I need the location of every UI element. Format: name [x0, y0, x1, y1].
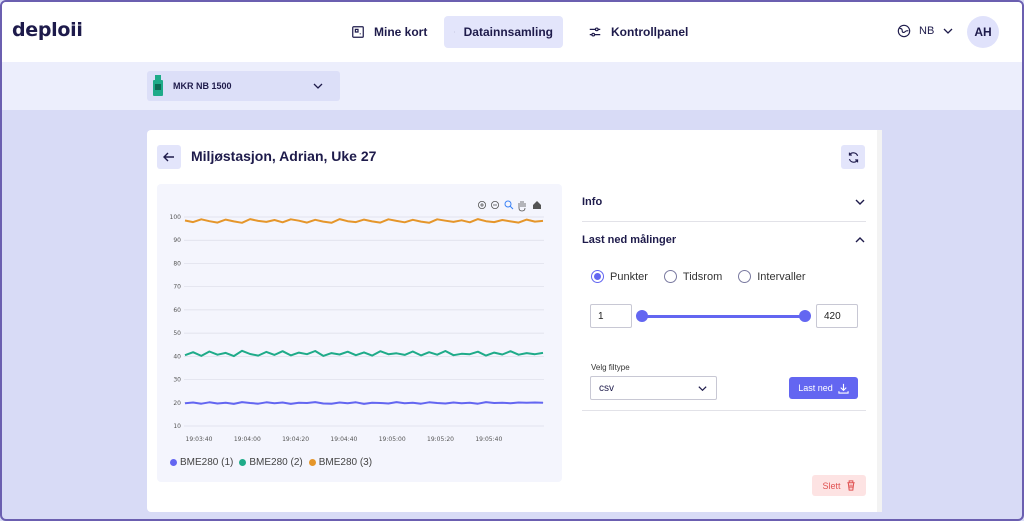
y-tick-label: 20	[173, 400, 181, 407]
y-tick-label: 30	[173, 377, 181, 384]
chart-legend: BME280 (1) BME280 (2) BME280 (3)	[170, 457, 372, 468]
logo[interactable]: deploii	[12, 19, 83, 41]
nav-datainnsamling[interactable]: Datainnsamling	[444, 16, 563, 48]
x-tick-label: 19:05:40	[475, 436, 502, 443]
info-accordion-header[interactable]: Info	[582, 196, 866, 208]
x-tick-label: 19:04:20	[282, 436, 309, 443]
y-tick-label: 100	[170, 214, 182, 221]
range-to-input[interactable]: 420	[816, 304, 858, 328]
zoom-in-icon[interactable]	[478, 201, 486, 209]
zoom-out-icon[interactable]	[491, 201, 499, 209]
delete-button[interactable]: Slett	[812, 475, 866, 496]
radio-button	[591, 270, 604, 283]
y-tick-label: 70	[173, 284, 181, 291]
legend-dot	[308, 459, 316, 466]
save-icon	[454, 31, 455, 33]
filetype-label: Velg filtype	[591, 363, 630, 372]
chevron-up-icon	[855, 237, 865, 243]
radio-button	[663, 270, 677, 283]
line-chart[interactable]: 10 20 30 40 50 60 70 80 90 100 19:03:40 19:04:00 19:…	[157, 184, 562, 454]
radio-tidsrom[interactable]: Tidsrom	[663, 270, 723, 283]
avatar[interactable]: AH	[967, 16, 999, 48]
section-label: Last ned målinger	[582, 234, 677, 246]
x-tick-label: 19:05:00	[379, 436, 406, 443]
card-scrollbar[interactable]	[877, 130, 882, 512]
zoom-select-icon[interactable]	[504, 200, 514, 210]
divider	[582, 410, 866, 411]
legend-dot	[239, 459, 247, 466]
range-from-input[interactable]: 1	[590, 304, 632, 328]
sliders-icon	[589, 27, 601, 37]
radio-punkter[interactable]: Punkter	[591, 270, 648, 283]
legend-dot	[170, 459, 177, 466]
legend-item[interactable]: BME280 (2)	[239, 457, 303, 468]
chevron-down-icon	[313, 83, 323, 89]
range-slider-max-handle[interactable]	[799, 310, 811, 322]
range-slider-track[interactable]	[642, 315, 806, 318]
chart-toolbar	[478, 200, 541, 212]
top-bar: deploii Mine kort Datainnsamling Kontrol…	[2, 2, 1022, 62]
filetype-select[interactable]: csv	[590, 376, 717, 400]
x-tick-label: 19:04:40	[330, 436, 357, 443]
x-tick-label: 19:03:40	[186, 436, 213, 443]
refresh-icon	[848, 151, 858, 163]
y-tick-label: 90	[173, 237, 181, 244]
cards-icon	[352, 26, 364, 38]
range-slider-min-handle[interactable]	[636, 310, 648, 322]
language-code: NB	[919, 25, 935, 37]
y-tick-label: 10	[173, 423, 181, 430]
microcontroller-icon	[153, 75, 163, 96]
device-name: MKR NB 1500	[173, 81, 232, 91]
nav-mine-kort[interactable]: Mine kort	[341, 16, 437, 48]
divider	[582, 221, 866, 222]
filetype-value: csv	[599, 382, 614, 394]
arrow-left-icon	[163, 152, 174, 162]
nav-label: Mine kort	[374, 25, 428, 39]
y-tick-label: 60	[173, 307, 181, 314]
mode-radio-group: Punkter Tidsrom Intervaller	[591, 270, 806, 283]
nav-kontrollpanel[interactable]: Kontrollpanel	[578, 16, 698, 48]
delete-label: Slett	[822, 480, 841, 491]
section-label: Info	[582, 196, 603, 208]
trash-icon	[846, 480, 855, 491]
radio-label: Punkter	[610, 270, 648, 283]
legend-item[interactable]: BME280 (3)	[308, 457, 373, 468]
chevron-down-icon	[855, 199, 865, 205]
legend-label: BME280 (1)	[180, 457, 234, 468]
nav-label: Datainnsamling	[463, 25, 553, 39]
legend-label: BME280 (2)	[249, 457, 303, 468]
app-window: deploii Mine kort Datainnsamling Kontrol…	[0, 0, 1024, 521]
y-tick-label: 80	[173, 260, 181, 267]
series-line[interactable]	[184, 218, 544, 224]
y-tick-label: 40	[173, 353, 181, 360]
radio-button	[738, 270, 752, 283]
download-icon	[838, 383, 849, 394]
page-title: Miljøstasjon, Adrian, Uke 27	[191, 148, 377, 164]
radio-label: Tidsrom	[682, 270, 723, 283]
pan-hand-icon[interactable]	[518, 201, 526, 212]
download-button[interactable]: Last ned	[789, 377, 858, 399]
refresh-button[interactable]	[841, 145, 865, 169]
download-label: Last ned	[798, 383, 833, 393]
x-tick-label: 19:05:20	[427, 436, 454, 443]
chevron-down-icon	[943, 28, 953, 34]
device-select[interactable]: MKR NB 1500	[147, 71, 340, 101]
series-line[interactable]	[184, 401, 544, 405]
legend-label: BME280 (3)	[318, 457, 373, 468]
legend-item[interactable]: BME280 (1)	[170, 457, 233, 468]
back-button[interactable]	[157, 145, 181, 169]
chevron-down-icon	[698, 385, 707, 391]
language-selector[interactable]: NB	[897, 24, 954, 38]
download-accordion-header[interactable]: Last ned målinger	[582, 234, 866, 246]
y-tick-label: 50	[173, 330, 181, 337]
series-line[interactable]	[184, 349, 544, 358]
home-icon[interactable]	[533, 201, 541, 209]
globe-icon	[897, 24, 911, 38]
x-tick-label: 19:04:00	[234, 436, 261, 443]
nav-label: Kontrollpanel	[611, 25, 689, 39]
radio-intervaller[interactable]: Intervaller	[738, 270, 806, 283]
radio-label: Intervaller	[757, 270, 806, 283]
